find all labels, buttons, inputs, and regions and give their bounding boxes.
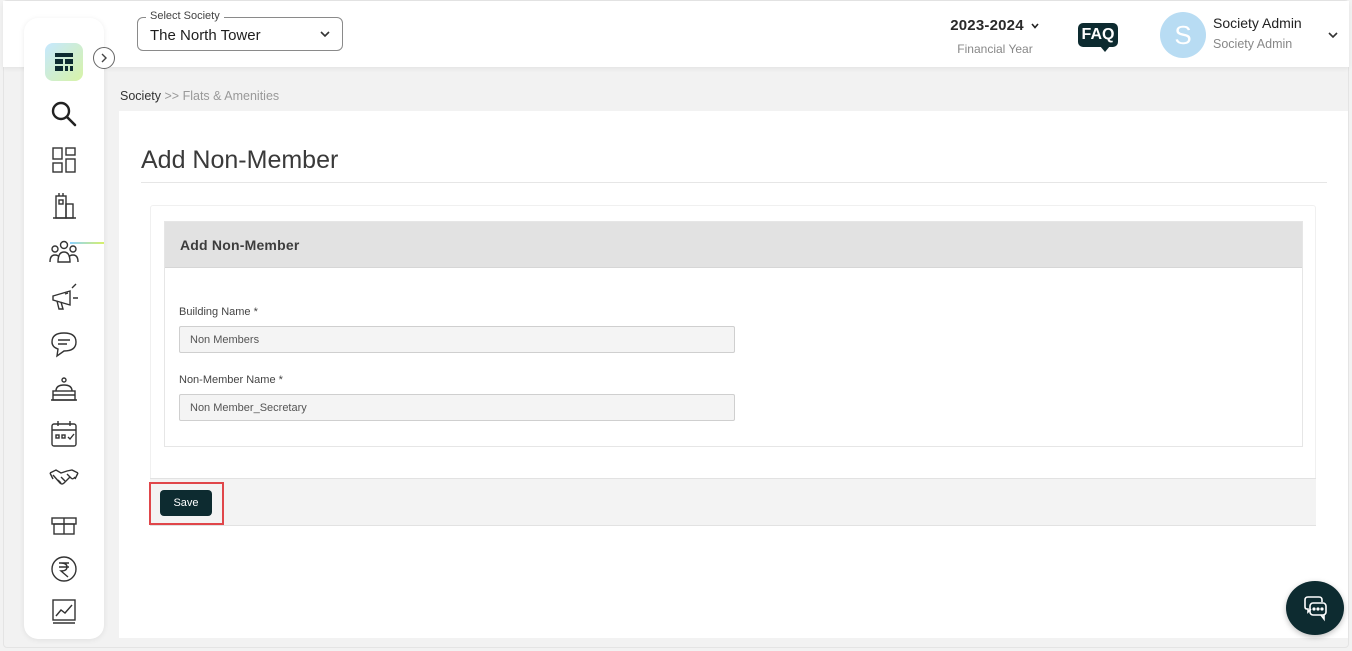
financial-year-selector[interactable]: 2023-2024 Financial Year: [933, 17, 1057, 56]
breadcrumb-society[interactable]: Society: [120, 89, 161, 103]
main-content: Add Non-Member Add Non-Member Building N…: [119, 111, 1348, 638]
society-select-value: The North Tower: [150, 27, 261, 44]
breadcrumb: Society >> Flats & Amenities: [120, 89, 279, 103]
top-bar: Select Society The North Tower 2023-2024…: [3, 1, 1349, 67]
chevron-right-icon: [101, 53, 107, 63]
members-icon[interactable]: [48, 236, 80, 268]
society-select-label: Select Society: [146, 10, 224, 22]
building-name-label: Building Name *: [179, 306, 258, 318]
non-member-name-label: Non-Member Name *: [179, 374, 283, 386]
building-icon[interactable]: [48, 190, 80, 222]
avatar: S: [1160, 12, 1206, 58]
form-footer: [150, 478, 1316, 526]
card-header: Add Non-Member: [165, 222, 1302, 268]
app-logo[interactable]: [45, 43, 83, 81]
breadcrumb-current: Flats & Amenities: [182, 89, 280, 103]
dashboard-icon[interactable]: [48, 144, 80, 176]
logo-icon: [55, 53, 73, 71]
chat-bubble-icon: [1304, 596, 1327, 622]
non-member-name-field[interactable]: [179, 394, 735, 421]
divider: [141, 182, 1327, 183]
building-name-field[interactable]: [179, 326, 735, 353]
search-icon[interactable]: [48, 98, 80, 130]
card-title: Add Non-Member: [180, 237, 300, 253]
user-role: Society Admin: [1213, 37, 1293, 51]
financial-year-value: 2023-2024: [950, 17, 1024, 34]
report-chart-icon[interactable]: [48, 596, 80, 628]
society-select[interactable]: Select Society The North Tower: [137, 10, 343, 51]
sidebar: [24, 18, 104, 639]
calendar-icon[interactable]: [48, 418, 80, 450]
chevron-down-icon: [1030, 18, 1040, 35]
handshake-icon[interactable]: [48, 462, 80, 494]
financial-year-label: Financial Year: [957, 41, 1033, 56]
facility-icon[interactable]: [48, 374, 80, 406]
chat-icon[interactable]: [48, 328, 80, 360]
user-name: Society Admin: [1213, 15, 1302, 31]
faq-button[interactable]: FAQ: [1078, 23, 1118, 52]
page-title: Add Non-Member: [141, 146, 339, 174]
announcement-icon[interactable]: [48, 282, 80, 314]
rupee-icon[interactable]: [48, 553, 80, 585]
chevron-down-icon: [318, 27, 332, 46]
user-menu[interactable]: S Society Admin Society Admin: [1160, 12, 1350, 58]
support-chat-button[interactable]: [1286, 581, 1344, 635]
save-button[interactable]: Save: [160, 490, 212, 516]
form-card: Add Non-Member Building Name * Non-Membe…: [164, 221, 1303, 447]
chevron-down-icon: [1326, 28, 1340, 47]
breadcrumb-separator: >>: [164, 89, 180, 103]
sidebar-toggle-button[interactable]: [93, 47, 115, 69]
gift-icon[interactable]: [48, 508, 80, 540]
